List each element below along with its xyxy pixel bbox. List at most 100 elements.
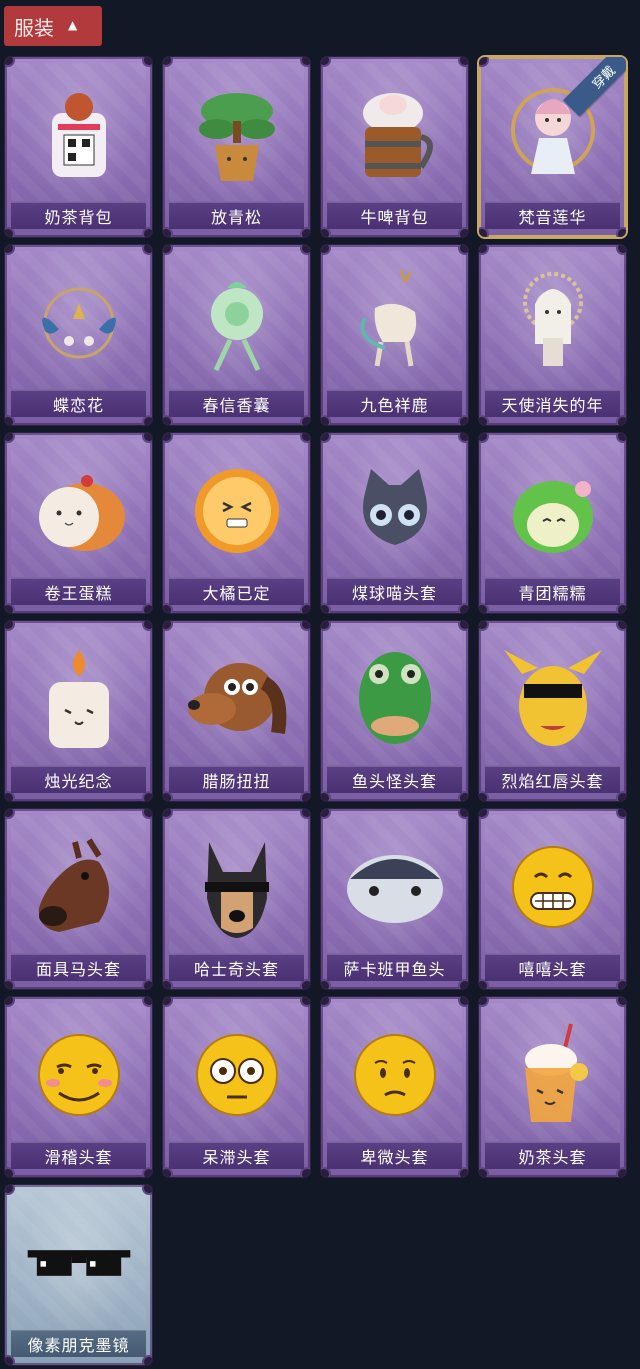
orange-slice-icon: [182, 455, 292, 567]
item-card[interactable]: 牛啤背包: [321, 57, 468, 237]
item-label: 青团糯糯: [485, 578, 620, 605]
item-card[interactable]: 鱼头怪头套: [321, 621, 468, 801]
item-card[interactable]: 青团糯糯: [479, 433, 626, 613]
funny-emoji-icon: [24, 1019, 134, 1131]
item-card[interactable]: 奶茶背包: [5, 57, 152, 237]
item-label: 奶茶头套: [485, 1142, 620, 1169]
item-card[interactable]: 腊肠扭扭: [163, 621, 310, 801]
card-corner-ornament: [5, 809, 15, 819]
card-corner-ornament: [163, 809, 173, 819]
horse-mask-icon: [24, 831, 134, 943]
item-label: 煤球喵头套: [327, 578, 462, 605]
item-card[interactable]: 穿戴 梵音莲华: [479, 57, 626, 237]
bonsai-pine-icon: [182, 79, 292, 191]
beer-mug-backpack-icon: [340, 79, 450, 191]
item-label: 哈士奇头套: [169, 954, 304, 981]
card-corner-ornament: [616, 809, 626, 819]
card-corner-ornament: [300, 621, 310, 631]
card-corner-ornament: [5, 1185, 15, 1195]
card-corner-ornament: [479, 245, 489, 255]
angel-doll-icon: [498, 267, 608, 379]
card-corner-ornament: [616, 433, 626, 443]
card-corner-ornament: [321, 621, 331, 631]
item-label: 卑微头套: [327, 1142, 462, 1169]
card-corner-ornament: [321, 809, 331, 819]
card-corner-ornament: [142, 809, 152, 819]
equipped-badge-label: 穿戴: [563, 57, 626, 117]
card-corner-ornament: [163, 245, 173, 255]
card-corner-ornament: [300, 809, 310, 819]
item-card[interactable]: 奶茶头套: [479, 997, 626, 1177]
item-card[interactable]: 呆滞头套: [163, 997, 310, 1177]
item-card[interactable]: 面具马头套: [5, 809, 152, 989]
card-corner-ornament: [321, 433, 331, 443]
item-label: 嘻嘻头套: [485, 954, 620, 981]
item-label: 卷王蛋糕: [11, 578, 146, 605]
item-card[interactable]: 大橘已定: [163, 433, 310, 613]
card-corner-ornament: [300, 997, 310, 1007]
item-card[interactable]: 嘻嘻头套: [479, 809, 626, 989]
card-corner-ornament: [458, 809, 468, 819]
card-corner-ornament: [458, 997, 468, 1007]
item-label: 烛光纪念: [11, 766, 146, 793]
item-card[interactable]: 烛光纪念: [5, 621, 152, 801]
butterfly-flower-icon: [24, 267, 134, 379]
item-label: 春信香囊: [169, 390, 304, 417]
card-corner-ornament: [142, 433, 152, 443]
card-corner-ornament: [5, 245, 15, 255]
item-card[interactable]: 天使消失的年: [479, 245, 626, 425]
item-card[interactable]: 春信香囊: [163, 245, 310, 425]
milk-tea-backpack-icon: [24, 79, 134, 191]
card-corner-ornament: [321, 997, 331, 1007]
item-label: 像素朋克墨镜: [11, 1330, 146, 1357]
card-corner-ornament: [300, 433, 310, 443]
card-corner-ornament: [616, 245, 626, 255]
black-cat-mask-icon: [340, 455, 450, 567]
item-label: 放青松: [169, 202, 304, 229]
card-corner-ornament: [142, 57, 152, 67]
item-card[interactable]: 蝶恋花: [5, 245, 152, 425]
item-card[interactable]: 放青松: [163, 57, 310, 237]
roll-cake-icon: [24, 455, 134, 567]
item-label: 九色祥鹿: [327, 390, 462, 417]
candle-icon: [24, 643, 134, 755]
item-label: 鱼头怪头套: [327, 766, 462, 793]
item-card[interactable]: 哈士奇头套: [163, 809, 310, 989]
card-corner-ornament: [479, 433, 489, 443]
item-label: 面具马头套: [11, 954, 146, 981]
equipped-badge: 穿戴: [556, 57, 626, 127]
dachshund-mask-icon: [182, 643, 292, 755]
card-corner-ornament: [616, 621, 626, 631]
card-corner-ornament: [142, 621, 152, 631]
card-corner-ornament: [479, 57, 489, 67]
item-label: 蝶恋花: [11, 390, 146, 417]
item-card[interactable]: 烈焰红唇头套: [479, 621, 626, 801]
card-corner-ornament: [5, 997, 15, 1007]
item-label: 滑稽头套: [11, 1142, 146, 1169]
item-card[interactable]: 卑微头套: [321, 997, 468, 1177]
card-corner-ornament: [458, 433, 468, 443]
item-label: 烈焰红唇头套: [485, 766, 620, 793]
item-card[interactable]: 萨卡班甲鱼头: [321, 809, 468, 989]
item-label: 天使消失的年: [485, 390, 620, 417]
green-dumpling-icon: [498, 455, 608, 567]
tab-costume[interactable]: 服装 ▲: [4, 6, 102, 46]
item-label: 牛啤背包: [327, 202, 462, 229]
item-card[interactable]: 卷王蛋糕: [5, 433, 152, 613]
item-card[interactable]: 煤球喵头套: [321, 433, 468, 613]
card-corner-ornament: [163, 621, 173, 631]
card-corner-ornament: [5, 57, 15, 67]
item-label: 奶茶背包: [11, 202, 146, 229]
husky-mask-icon: [182, 831, 292, 943]
chevron-up-icon: ▲: [68, 18, 78, 32]
card-corner-ornament: [300, 245, 310, 255]
fish-head-mask-icon: [340, 643, 450, 755]
item-card[interactable]: 像素朋克墨镜: [5, 1185, 152, 1365]
card-corner-ornament: [5, 621, 15, 631]
item-card[interactable]: 滑稽头套: [5, 997, 152, 1177]
card-corner-ornament: [142, 1185, 152, 1195]
sachet-icon: [182, 267, 292, 379]
item-card[interactable]: 九色祥鹿: [321, 245, 468, 425]
card-corner-ornament: [142, 997, 152, 1007]
tab-label: 服装: [14, 15, 54, 40]
